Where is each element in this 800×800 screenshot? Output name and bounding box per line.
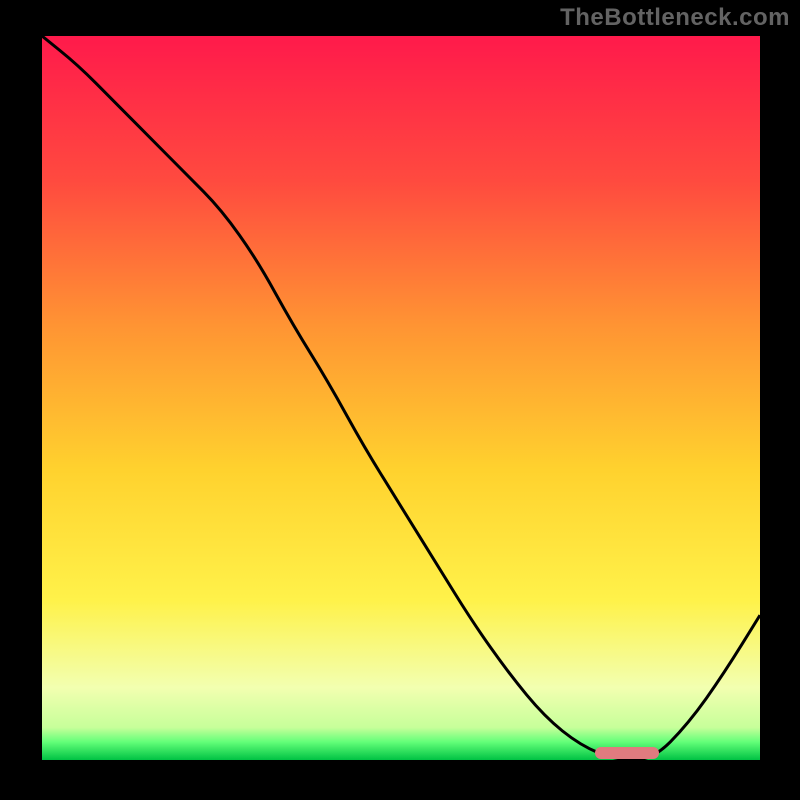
curve-svg <box>42 36 760 760</box>
highlight-marker <box>595 747 660 759</box>
watermark-text: TheBottleneck.com <box>560 4 790 32</box>
chart-frame: TheBottleneck.com <box>0 0 800 800</box>
curve-path <box>42 36 760 760</box>
plot-area <box>42 36 760 760</box>
